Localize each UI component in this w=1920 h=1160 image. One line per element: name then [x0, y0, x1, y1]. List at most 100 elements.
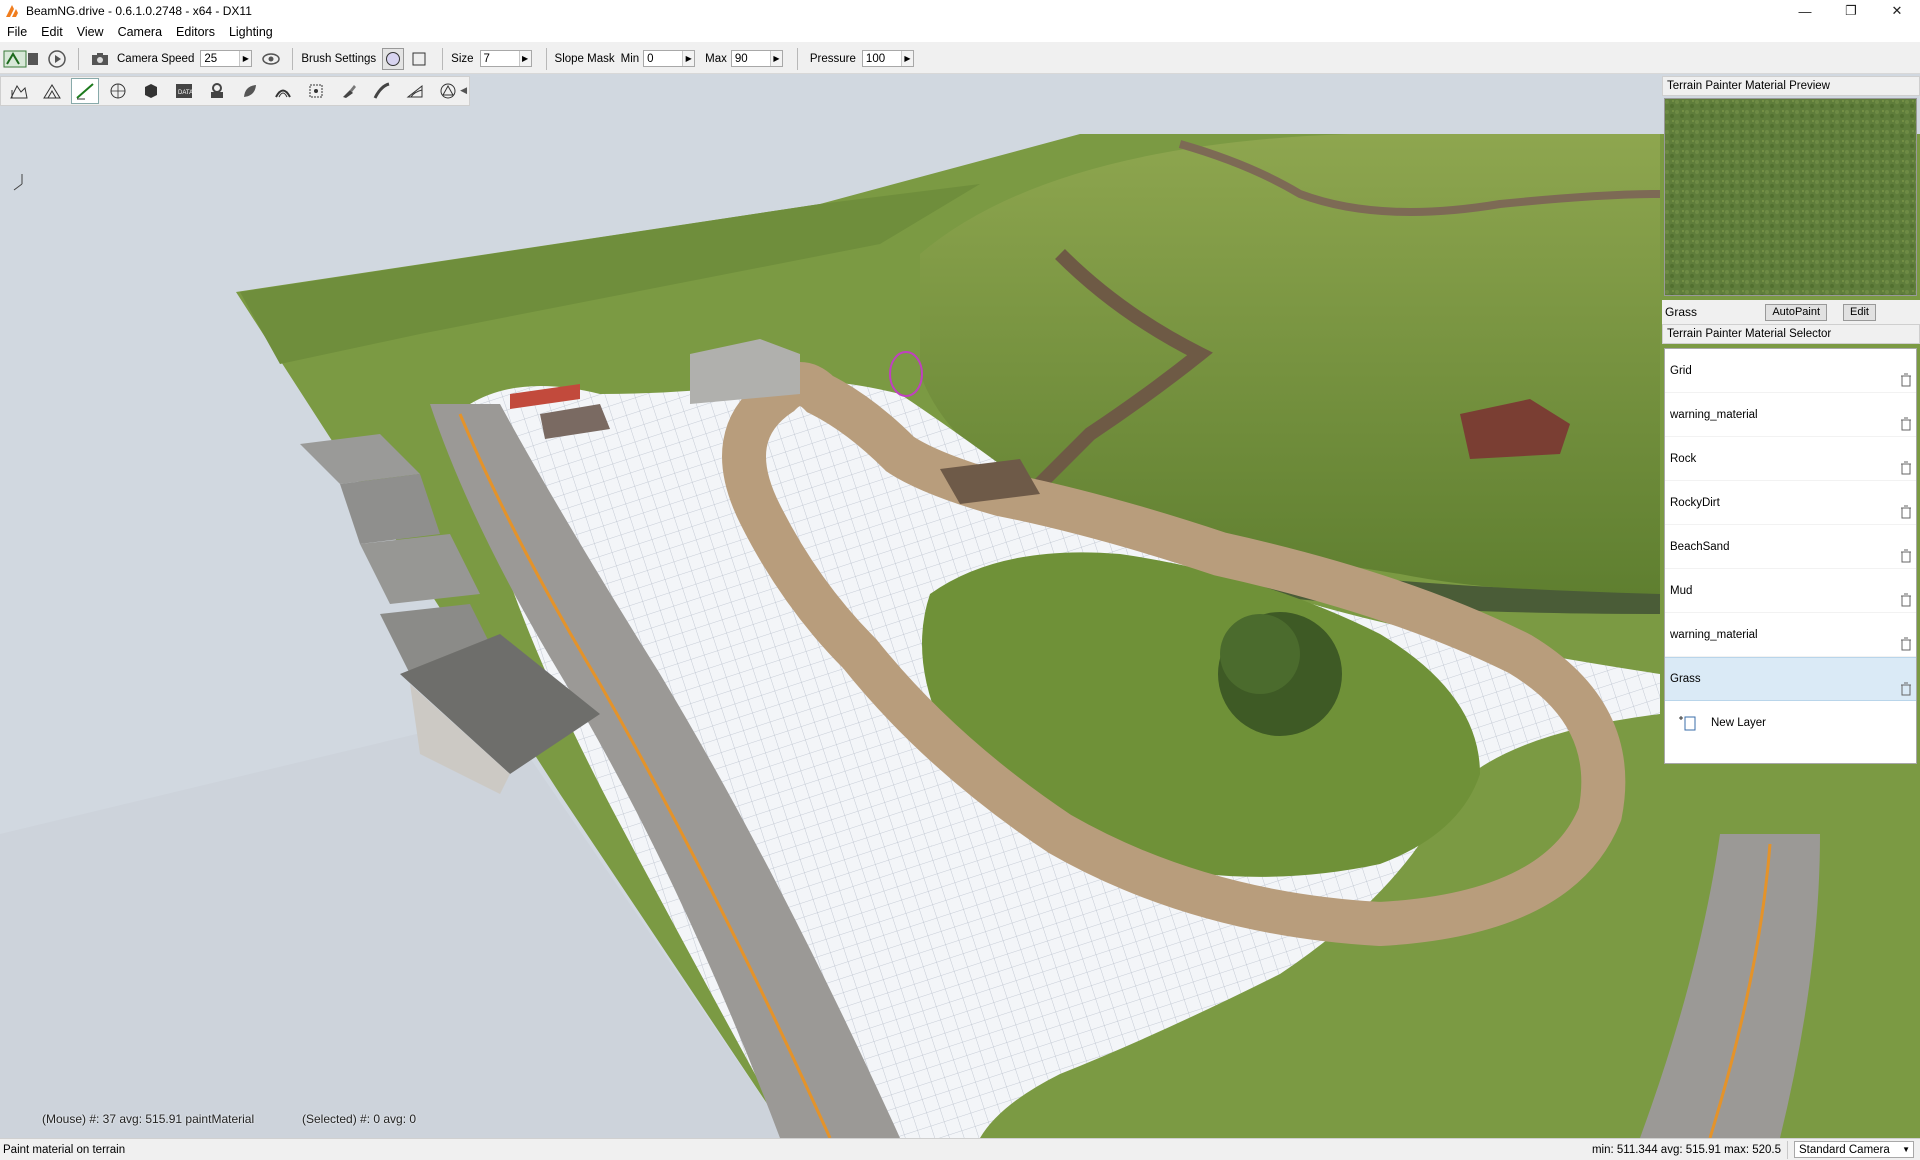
svg-text:DATA: DATA	[178, 90, 193, 96]
toolbar-divider	[78, 47, 79, 70]
size-label: Size	[451, 52, 474, 65]
slope-mask-label: Slope Mask	[554, 52, 615, 65]
autopaint-button[interactable]: AutoPaint	[1765, 303, 1828, 321]
material-item-mud[interactable]: Mud	[1665, 569, 1916, 613]
delete-material-icon[interactable]	[1900, 593, 1912, 607]
restore-button[interactable]: ❐	[1828, 0, 1874, 22]
noise-icon[interactable]: DATA	[170, 78, 198, 104]
delete-material-icon[interactable]	[1900, 505, 1912, 519]
pressure-input[interactable]	[862, 51, 901, 66]
material-item-warning-material[interactable]: warning_material	[1665, 393, 1916, 437]
slope-max-input[interactable]	[731, 51, 770, 66]
camera-speed-spinner[interactable]: ▶	[200, 50, 253, 67]
terrain-tool-palette: DATA ◀	[0, 76, 470, 106]
tree	[1220, 614, 1300, 694]
close-button[interactable]: ✕	[1874, 0, 1920, 22]
circle-brush-toggle[interactable]	[382, 47, 405, 70]
minimize-button[interactable]: —	[1782, 0, 1828, 22]
play-icon[interactable]	[46, 48, 68, 70]
toolbar-divider	[796, 47, 798, 70]
preview-material-name: Grass	[1665, 305, 1698, 319]
camera-speed-label: Camera Speed	[117, 52, 195, 65]
menu-bar: File Edit View Camera Editors Lighting	[0, 22, 1920, 42]
toolbar-divider	[292, 47, 294, 70]
visibility-eye-icon[interactable]	[260, 48, 282, 70]
material-item-label: Rock	[1670, 452, 1697, 465]
material-item-label: Mud	[1670, 584, 1693, 597]
delete-material-icon[interactable]	[1900, 461, 1912, 475]
road-icon[interactable]	[368, 78, 396, 104]
toolbar-divider	[545, 47, 547, 70]
delete-material-icon[interactable]	[1900, 637, 1912, 651]
adjust-height-icon[interactable]	[203, 78, 231, 104]
spin-right-icon[interactable]: ▶	[518, 51, 531, 66]
menu-lighting[interactable]: Lighting	[222, 25, 280, 39]
status-bar: Paint material on terrain min: 511.344 a…	[0, 1138, 1920, 1160]
material-item-label: Grid	[1670, 364, 1692, 377]
pressure-spinner[interactable]: ▶	[861, 50, 914, 67]
slope-max-spinner[interactable]: ▶	[730, 50, 783, 67]
material-item-grid[interactable]: Grid	[1665, 349, 1916, 393]
material-item-warning-material-2[interactable]: warning_material	[1665, 613, 1916, 657]
collapse-arrow-icon[interactable]: ◀	[460, 85, 467, 96]
spin-right-icon[interactable]: ▶	[239, 51, 252, 66]
3d-viewport[interactable]: (Mouse) #: 37 avg: 515.91 paintMaterial …	[0, 74, 1920, 1138]
new-layer-button[interactable]: New Layer	[1665, 701, 1916, 745]
app-window: BeamNG.drive - 0.6.1.0.2748 - x64 - DX11…	[0, 0, 1920, 1160]
spin-right-icon[interactable]: ▶	[769, 51, 782, 66]
material-item-beachsand[interactable]: BeachSand	[1665, 525, 1916, 569]
paint-material-icon[interactable]	[71, 78, 99, 104]
camera-speed-input[interactable]	[201, 51, 240, 66]
camera-mode-select[interactable]: Standard Camera ▼	[1794, 1141, 1914, 1158]
menu-editors[interactable]: Editors	[169, 25, 222, 39]
raise-height-icon[interactable]	[38, 78, 66, 104]
delete-material-icon[interactable]	[1900, 417, 1912, 431]
camera-mode-value: Standard Camera	[1799, 1143, 1890, 1156]
material-item-rock[interactable]: Rock	[1665, 437, 1916, 481]
set-height-icon[interactable]	[269, 78, 297, 104]
spin-right-icon[interactable]: ▶	[682, 51, 695, 66]
brush-settings-label: Brush Settings	[301, 52, 377, 65]
slope-min-spinner[interactable]: ▶	[643, 50, 696, 67]
menu-camera[interactable]: Camera	[111, 25, 169, 39]
menu-edit[interactable]: Edit	[34, 25, 70, 39]
material-item-label: RockyDirt	[1670, 496, 1720, 509]
slope-icon[interactable]	[401, 78, 429, 104]
menu-file[interactable]: File	[0, 25, 34, 39]
square-brush-toggle[interactable]	[408, 48, 430, 70]
mesh-icon[interactable]	[434, 78, 462, 104]
paint-icon[interactable]	[335, 78, 363, 104]
material-preview-image	[1664, 98, 1917, 296]
delete-material-icon[interactable]	[1900, 549, 1912, 563]
size-spinner[interactable]: ▶	[479, 50, 532, 67]
material-selector-title: Terrain Painter Material Selector	[1662, 324, 1920, 344]
delete-material-icon[interactable]	[1900, 373, 1912, 387]
preview-toolbar: Grass AutoPaint Edit	[1662, 300, 1920, 324]
editor-mode-icon[interactable]	[2, 48, 42, 70]
spin-right-icon[interactable]: ▶	[900, 51, 913, 66]
material-selector-list[interactable]: Grid warning_material Rock RockyDirt Bea…	[1664, 348, 1917, 764]
selected-info: (Selected) #: 0 avg: 0	[302, 1112, 417, 1126]
material-item-label: Grass	[1670, 673, 1701, 685]
delete-material-icon[interactable]	[1900, 682, 1912, 696]
size-input[interactable]	[480, 51, 519, 66]
status-message: Paint material on terrain	[3, 1143, 126, 1156]
clear-icon[interactable]	[302, 78, 330, 104]
main-toolbar: Camera Speed ▶ Brush Settings Size ▶ Slo…	[0, 44, 1920, 74]
material-item-label: warning_material	[1670, 628, 1758, 641]
flatten-icon[interactable]	[137, 78, 165, 104]
terrain-select-icon[interactable]	[5, 78, 33, 104]
slope-min-input[interactable]	[644, 51, 683, 66]
material-item-grass[interactable]: Grass	[1665, 657, 1916, 701]
smooth-icon[interactable]	[104, 78, 132, 104]
menu-view[interactable]: View	[70, 25, 111, 39]
edit-material-button[interactable]: Edit	[1843, 303, 1876, 321]
material-item-rockydirt[interactable]: RockyDirt	[1665, 481, 1916, 525]
slope-min-label: Min	[620, 52, 640, 65]
terrain-scene[interactable]	[0, 74, 1920, 1138]
leaf-icon[interactable]	[236, 78, 264, 104]
beamng-logo-icon	[6, 5, 18, 17]
pressure-label: Pressure	[809, 52, 856, 65]
camera-icon[interactable]	[89, 48, 111, 70]
new-layer-icon	[1679, 716, 1696, 731]
